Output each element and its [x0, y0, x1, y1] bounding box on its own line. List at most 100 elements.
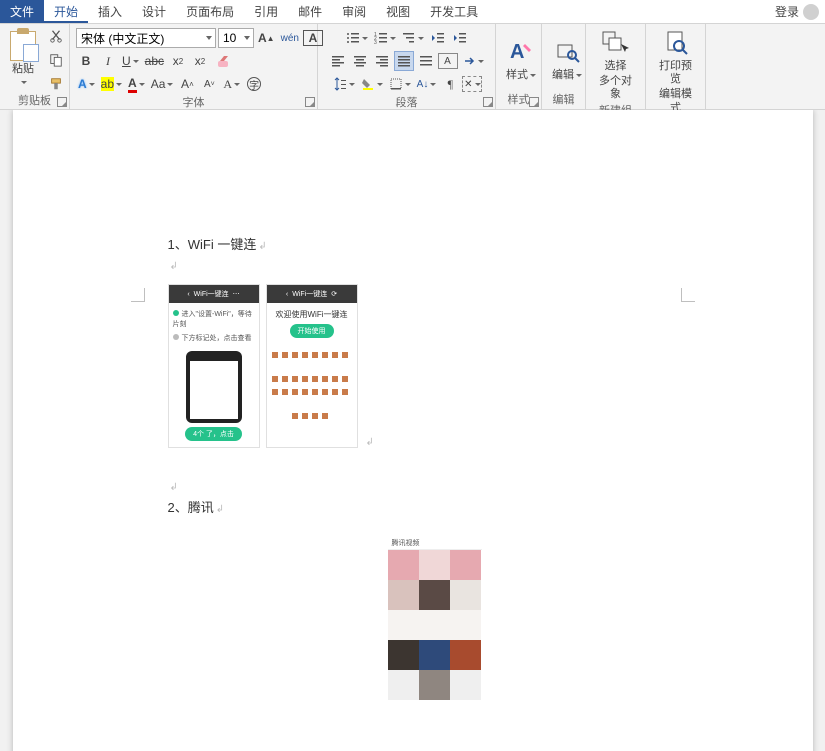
- select-objects-icon: [601, 28, 631, 58]
- paste-label: 粘贴: [10, 63, 36, 89]
- grow-font-button[interactable]: A▲: [256, 28, 277, 48]
- strikethrough-button[interactable]: abc: [143, 51, 166, 71]
- styles-dialog-launcher[interactable]: [529, 97, 539, 107]
- figure-row-1[interactable]: ‹WiFi一键连⋯ 进入"设置-WiFi"，等待片刻 下方标记处，点击查看 4个…: [168, 284, 813, 448]
- tab-review[interactable]: 审阅: [332, 0, 376, 23]
- find-icon: [552, 37, 582, 67]
- print-preview-edit-button[interactable]: 打印预览 编辑模式: [650, 26, 701, 117]
- sort-button[interactable]: A↓: [415, 74, 439, 94]
- char-shading-button[interactable]: 字: [244, 74, 264, 94]
- subscript-button[interactable]: x2: [168, 51, 188, 71]
- margin-corner-icon: [681, 288, 695, 302]
- group-paragraph-label: 段落: [322, 96, 491, 110]
- editing-label: 编辑: [552, 69, 582, 82]
- document-area[interactable]: 1、WiFi 一键连↲ ↲ ‹WiFi一键连⋯ 进入"设置-WiFi"，等待片刻…: [0, 110, 825, 751]
- font-size-combo[interactable]: 10: [218, 28, 254, 48]
- screenshot-image-mosaic: 腾讯视频: [388, 536, 482, 700]
- increase-indent-button[interactable]: [450, 28, 470, 48]
- align-justify-button[interactable]: [394, 51, 414, 71]
- phonetic-guide-button[interactable]: wén: [279, 28, 301, 48]
- asian-layout-button[interactable]: A: [438, 53, 458, 69]
- print-preview-label1: 打印预览: [656, 60, 695, 86]
- tab-references[interactable]: 引用: [244, 0, 288, 23]
- doc-heading-2[interactable]: 2、腾讯↲: [168, 497, 813, 516]
- enclose-char-button[interactable]: A: [221, 74, 242, 94]
- margin-corner-icon: [131, 288, 145, 302]
- group-editing-label: 编辑: [546, 93, 581, 109]
- bold-button[interactable]: B: [76, 51, 96, 71]
- underline-button[interactable]: U: [120, 51, 141, 71]
- bullets-button[interactable]: [344, 28, 370, 48]
- styles-button[interactable]: A 样式: [500, 35, 542, 84]
- group-clipboard: 粘贴 剪贴板: [0, 24, 70, 109]
- group-clipboard-label: 剪贴板: [4, 94, 65, 109]
- align-distributed-button[interactable]: [416, 51, 436, 71]
- font-dialog-launcher[interactable]: [305, 97, 315, 107]
- copy-button[interactable]: [46, 50, 66, 70]
- multilevel-list-button[interactable]: [400, 28, 426, 48]
- paragraph-mark-icon: ↲: [366, 437, 374, 448]
- print-preview-icon: [661, 28, 691, 58]
- page[interactable]: 1、WiFi 一键连↲ ↲ ‹WiFi一键连⋯ 进入"设置-WiFi"，等待片刻…: [13, 110, 813, 751]
- ribbon-tabs: 文件 开始 插入 设计 页面布局 引用 邮件 审阅 视图 开发工具 登录: [0, 0, 825, 24]
- account-login[interactable]: 登录: [769, 0, 825, 23]
- group-font: 宋体 (中文正文) 10 A▲ wén A B I U abc x2 x2 A …: [70, 24, 318, 109]
- font-name-combo[interactable]: 宋体 (中文正文): [76, 28, 216, 48]
- paste-button[interactable]: 粘贴: [4, 29, 42, 91]
- select-objects-label2: 多个对象: [596, 75, 635, 101]
- shrink-font-button[interactable]: A˅: [199, 74, 219, 94]
- styles-icon: A: [506, 37, 536, 67]
- grow-font2-button[interactable]: A˄: [177, 74, 197, 94]
- select-objects-label1: 选择: [605, 60, 627, 73]
- login-label: 登录: [775, 0, 799, 24]
- tab-design[interactable]: 设计: [132, 0, 176, 23]
- tab-developer[interactable]: 开发工具: [420, 0, 488, 23]
- tab-mailings[interactable]: 邮件: [288, 0, 332, 23]
- borders-button[interactable]: [387, 74, 413, 94]
- avatar-icon: [803, 4, 819, 20]
- svg-text:A: A: [510, 41, 524, 63]
- group-custom-select: 选择 多个对象 新建组: [586, 24, 646, 109]
- cut-button[interactable]: [46, 26, 66, 46]
- clipboard-dialog-launcher[interactable]: [57, 97, 67, 107]
- align-left-button[interactable]: [328, 51, 348, 71]
- group-editing: 编辑 编辑: [542, 24, 586, 109]
- screenshot-image: ‹WiFi一键连⟳ 欢迎使用WiFi一键连 开始使用: [266, 284, 358, 448]
- align-center-button[interactable]: [350, 51, 370, 71]
- text-direction-button[interactable]: [460, 51, 486, 71]
- editing-button[interactable]: 编辑: [546, 35, 588, 84]
- tab-insert[interactable]: 插入: [88, 0, 132, 23]
- tab-layout[interactable]: 页面布局: [176, 0, 244, 23]
- styles-label: 样式: [506, 69, 536, 82]
- svg-text:3: 3: [374, 40, 377, 45]
- paragraph-mark-icon: ↲: [170, 261, 178, 272]
- tab-home[interactable]: 开始: [44, 0, 88, 23]
- align-right-button[interactable]: [372, 51, 392, 71]
- tab-file[interactable]: 文件: [0, 0, 44, 23]
- font-color-button[interactable]: A: [126, 74, 147, 94]
- shading-button[interactable]: [359, 74, 385, 94]
- paste-icon: [10, 31, 36, 61]
- line-spacing-button[interactable]: [331, 74, 357, 94]
- format-painter-button[interactable]: [46, 74, 66, 94]
- change-case-button[interactable]: Aa: [149, 74, 176, 94]
- group-font-label: 字体: [74, 96, 313, 110]
- paragraph-mark-icon: ↲: [258, 241, 266, 252]
- snap-to-grid-button[interactable]: ✕: [462, 76, 482, 92]
- text-effects-button[interactable]: A: [76, 74, 97, 94]
- show-marks-button[interactable]: ¶: [440, 74, 460, 94]
- group-custom-preview: 打印预览 编辑模式 新建组: [646, 24, 706, 109]
- tab-view[interactable]: 视图: [376, 0, 420, 23]
- italic-button[interactable]: I: [98, 51, 118, 71]
- select-multiple-objects-button[interactable]: 选择 多个对象: [590, 26, 641, 104]
- superscript-button[interactable]: x2: [190, 51, 210, 71]
- decrease-indent-button[interactable]: [428, 28, 448, 48]
- doc-heading-1[interactable]: 1、WiFi 一键连↲: [168, 234, 813, 253]
- highlight-button[interactable]: ab: [99, 74, 124, 94]
- group-styles: A 样式 样式: [496, 24, 542, 109]
- clear-formatting-button[interactable]: [212, 51, 232, 71]
- screenshot-image: ‹WiFi一键连⋯ 进入"设置-WiFi"，等待片刻 下方标记处，点击查看 4个…: [168, 284, 260, 448]
- paragraph-dialog-launcher[interactable]: [483, 97, 493, 107]
- numbering-button[interactable]: 123: [372, 28, 398, 48]
- group-paragraph: 123 A A↓ ¶ ✕ 段落: [318, 24, 496, 109]
